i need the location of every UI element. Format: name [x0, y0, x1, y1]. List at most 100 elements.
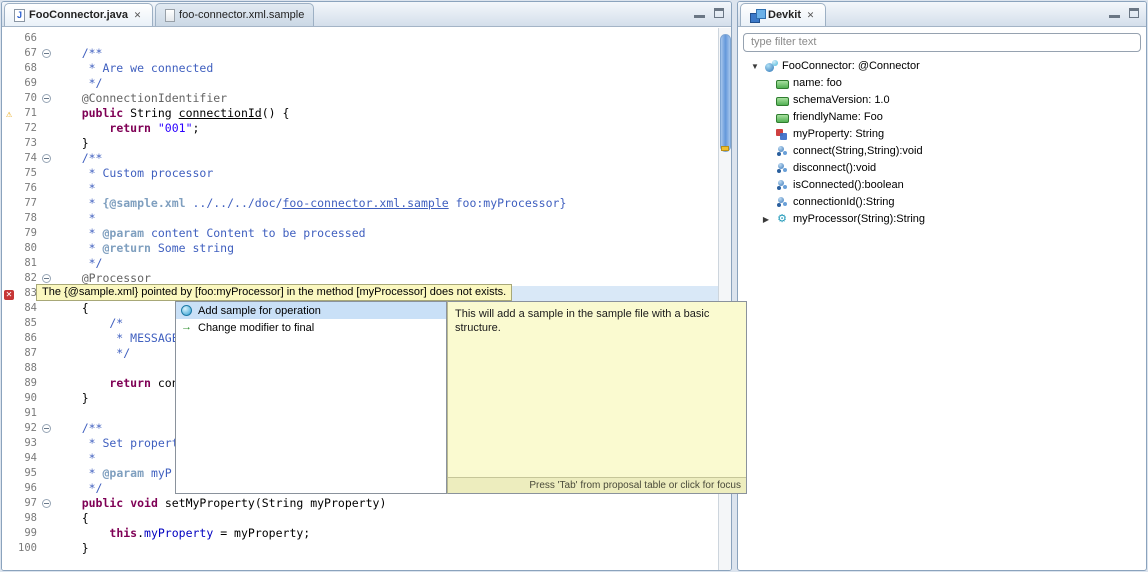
fold-collapse-icon[interactable] — [42, 94, 51, 103]
close-icon[interactable] — [805, 10, 816, 21]
code-line[interactable]: 68 * Are we connected — [2, 61, 731, 76]
method-icon — [775, 145, 789, 158]
line-number: 79 — [24, 227, 37, 239]
method-icon — [775, 162, 789, 175]
code-text[interactable]: */ — [54, 76, 731, 91]
tree-item[interactable]: connectionId():String — [738, 194, 1146, 211]
fold-collapse-icon[interactable] — [42, 49, 51, 58]
tree-item[interactable]: connect(String,String):void — [738, 143, 1146, 160]
code-line[interactable]: 72 return "001"; — [2, 121, 731, 136]
error-tooltip: The {@sample.xml} pointed by [foo:myProc… — [36, 284, 513, 301]
code-line[interactable]: 98 { — [2, 511, 731, 526]
code-line[interactable]: 80 * @return Some string — [2, 241, 731, 256]
proposal-label: Add sample for operation — [198, 304, 321, 317]
code-line[interactable]: 99 this.myProperty = myProperty; — [2, 526, 731, 541]
proposal-label: Change modifier to final — [198, 321, 315, 334]
code-text[interactable]: @ConnectionIdentifier — [54, 91, 731, 106]
tree-item[interactable]: schemaVersion: 1.0 — [738, 92, 1146, 109]
tree-item[interactable]: disconnect():void — [738, 160, 1146, 177]
code-text[interactable]: * {@sample.xml ../../../doc/foo-connecto… — [54, 196, 731, 211]
line-number: 100 — [18, 542, 37, 554]
minimize-icon[interactable] — [1109, 8, 1120, 18]
devkit-pane: Devkit ▼ FooConnector: @Connector name: f… — [737, 1, 1147, 571]
maximize-icon[interactable] — [1129, 8, 1139, 18]
java-file-icon — [14, 8, 25, 22]
tree-item[interactable]: ▶ myProcessor(String):String — [738, 211, 1146, 228]
proposal-item[interactable]: Change modifier to final — [176, 319, 446, 336]
code-line[interactable]: 75 * Custom processor — [2, 166, 731, 181]
code-line[interactable]: 74 /** — [2, 151, 731, 166]
code-line[interactable]: 67 /** — [2, 46, 731, 61]
line-number: 77 — [24, 197, 37, 209]
code-text[interactable]: /** — [54, 151, 731, 166]
tree-item[interactable]: isConnected():boolean — [738, 177, 1146, 194]
tab-devkit[interactable]: Devkit — [740, 3, 827, 26]
code-line[interactable]: 77 * {@sample.xml ../../../doc/foo-conne… — [2, 196, 731, 211]
tree-item-label: FooConnector: @Connector — [782, 60, 920, 72]
code-text[interactable]: this.myProperty = myProperty; — [54, 526, 731, 541]
error-icon[interactable] — [4, 290, 14, 300]
tab-fooconnector-java[interactable]: FooConnector.java — [4, 3, 154, 26]
code-text[interactable]: * Custom processor — [54, 166, 731, 181]
filter-input[interactable] — [743, 32, 1141, 52]
fold-collapse-icon[interactable] — [42, 499, 51, 508]
code-line[interactable]: 79 * @param content Content to be proces… — [2, 226, 731, 241]
code-text[interactable]: * — [54, 181, 731, 196]
code-line[interactable]: 76 * — [2, 181, 731, 196]
code-text[interactable]: { — [54, 511, 731, 526]
tree-item[interactable]: friendlyName: Foo — [738, 109, 1146, 126]
code-line[interactable]: 69 */ — [2, 76, 731, 91]
code-text[interactable]: } — [54, 541, 731, 556]
code-text[interactable]: * Are we connected — [54, 61, 731, 76]
proposal-list: Add sample for operation Change modifier … — [176, 302, 446, 336]
scrollbar-thumb[interactable] — [720, 34, 731, 152]
overview-warning-mark[interactable] — [721, 146, 729, 151]
expand-icon[interactable]: ▶ — [761, 215, 771, 224]
code-line[interactable]: 100 } — [2, 541, 731, 556]
collapse-icon[interactable]: ▼ — [750, 62, 760, 71]
tab-foo-connector-sample[interactable]: foo-connector.xml.sample — [155, 3, 315, 26]
file-icon — [165, 8, 176, 22]
code-text[interactable]: /** — [54, 46, 731, 61]
code-line[interactable]: 81 */ — [2, 256, 731, 271]
proposal-detail-text: This will add a sample in the sample fil… — [455, 308, 710, 334]
line-number: 89 — [24, 377, 37, 389]
line-number: 99 — [24, 527, 37, 539]
code-text[interactable]: } — [54, 136, 731, 151]
code-text[interactable]: public String connectionId() { — [54, 106, 731, 121]
tree-item[interactable]: name: foo — [738, 75, 1146, 92]
maximize-icon[interactable] — [714, 8, 724, 18]
code-line[interactable]: 78 * — [2, 211, 731, 226]
code-text[interactable] — [54, 31, 731, 46]
eclipse-window: FooConnector.java foo-connector.xml.samp… — [0, 0, 1148, 572]
code-text[interactable]: return "001"; — [54, 121, 731, 136]
line-number: 95 — [24, 467, 37, 479]
fold-collapse-icon[interactable] — [42, 274, 51, 283]
fold-collapse-icon[interactable] — [42, 154, 51, 163]
code-text[interactable]: public void setMyProperty(String myPrope… — [54, 496, 731, 511]
minimize-icon[interactable] — [694, 8, 705, 18]
code-line[interactable]: 66 — [2, 31, 731, 46]
code-text[interactable]: */ — [54, 256, 731, 271]
proposal-item[interactable]: Add sample for operation — [176, 302, 446, 319]
line-number: 87 — [24, 347, 37, 359]
code-line[interactable]: ⚠ 71 public String connectionId() { — [2, 106, 731, 121]
line-number: 72 — [24, 122, 37, 134]
connector-icon — [764, 59, 778, 73]
editor-tabbar: FooConnector.java foo-connector.xml.samp… — [2, 2, 731, 27]
close-icon[interactable] — [132, 10, 143, 21]
code-line[interactable]: 70 @ConnectionIdentifier — [2, 91, 731, 106]
code-text[interactable]: * @param content Content to be processed — [54, 226, 731, 241]
fold-collapse-icon[interactable] — [42, 424, 51, 433]
tree-item[interactable]: myProperty: String — [738, 126, 1146, 143]
devkit-icon — [750, 8, 766, 23]
code-line[interactable]: 73 } — [2, 136, 731, 151]
code-text[interactable]: * — [54, 211, 731, 226]
tree-item[interactable]: ▼ FooConnector: @Connector — [738, 58, 1146, 75]
code-text[interactable]: * @return Some string — [54, 241, 731, 256]
code-line[interactable]: 97 public void setMyProperty(String myPr… — [2, 496, 731, 511]
warning-icon[interactable]: ⚠ — [6, 109, 12, 120]
